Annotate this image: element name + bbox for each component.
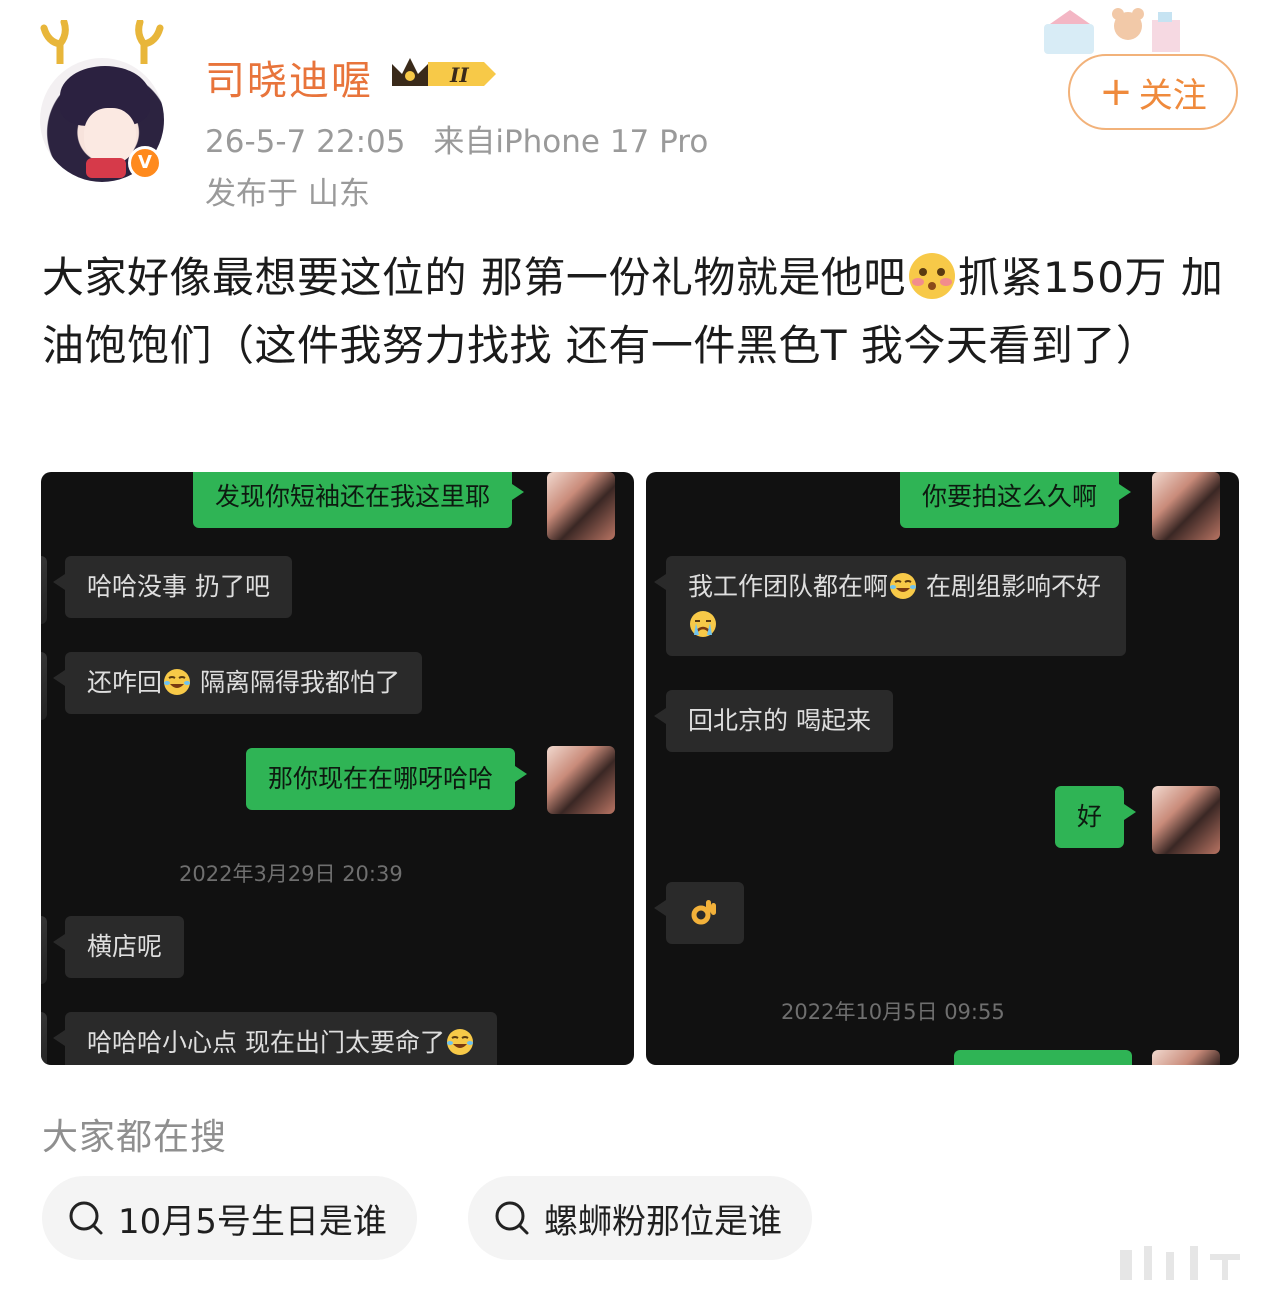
crying-emoji-icon — [690, 611, 716, 637]
chat-avatar-me — [547, 472, 615, 540]
chat-text: 我工作团队都在啊 — [688, 572, 889, 601]
follow-button[interactable]: + 关注 — [1068, 54, 1238, 130]
author-avatar[interactable]: V — [40, 20, 170, 182]
post-source: 来自iPhone 17 Pro — [433, 124, 709, 160]
chat-bubble-other — [654, 882, 744, 944]
chat-bubble-other: 横店呢 — [52, 916, 185, 978]
ok-hand-emoji-icon — [691, 900, 716, 925]
chat-bubble-me: 那你现在在哪呀哈哈 — [246, 748, 528, 810]
post-time: 26-5-7 22:05 — [205, 124, 406, 160]
watermark-icon — [1120, 1246, 1240, 1280]
laugh-cry-emoji-icon — [164, 669, 191, 695]
post-meta: 26-5-7 22:05 来自iPhone 17 Pro — [205, 116, 726, 161]
chat-bubble-me: 好 — [1055, 786, 1137, 848]
chat-bubble-other: 哈哈哈小心点 现在出门太要命了 — [53, 1012, 497, 1065]
chat-screenshot-left[interactable]: 发现你短袖还在我这里耶 哈哈没事 扔了吧 还咋回 隔离隔得我都怕了 那你现在在哪… — [41, 472, 634, 1065]
post-location: 发布于 山东 — [205, 176, 370, 212]
chat-bubble-other: 哈哈没事 扔了吧 — [53, 556, 292, 618]
search-chip[interactable]: 10月5号生日是谁 — [42, 1176, 417, 1260]
search-chip-label: 螺蛳粉那位是谁 — [544, 1201, 782, 1242]
chat-bubble-me: 你要拍这么久啊 — [900, 472, 1132, 528]
search-icon — [69, 1201, 103, 1235]
search-chip-label: 10月5号生日是谁 — [118, 1201, 387, 1242]
post-text-part1: 大家好像最想要这位的 那第一份礼物就是他吧 — [42, 253, 906, 302]
antler-right-icon — [135, 20, 164, 64]
chat-timestamp: 2022年3月29日 20:39 — [179, 862, 403, 886]
shy-blush-emoji-icon — [908, 253, 955, 299]
antler-left-icon — [40, 20, 69, 64]
chat-text: 还咋回 — [87, 668, 163, 697]
chat-avatar-me — [547, 746, 615, 814]
chat-bubble-other: 还咋回 隔离隔得我都怕了 — [53, 652, 422, 714]
laugh-cry-emoji-icon — [446, 1029, 473, 1055]
search-chip[interactable]: 螺蛳粉那位是谁 — [468, 1176, 812, 1260]
chat-text: 隔离隔得我都怕了 — [199, 668, 400, 697]
chat-avatar-other — [41, 916, 47, 984]
follow-label: 关注 — [1138, 75, 1207, 116]
search-section-title: 大家都在搜 — [42, 1117, 228, 1158]
chat-text: 在剧组影响不好 — [925, 572, 1101, 601]
verified-badge-icon: V — [128, 146, 162, 180]
chat-avatar-me — [1152, 786, 1220, 854]
chat-avatar-me — [1152, 472, 1220, 540]
laugh-cry-emoji-icon — [890, 573, 917, 599]
member-level-label: II — [449, 63, 469, 87]
author-name[interactable]: 司晓迪喔 — [205, 48, 373, 106]
chat-avatar-other — [41, 1012, 47, 1065]
chat-text: 哈哈哈小心点 现在出门太要命了 — [87, 1028, 445, 1057]
plus-icon: + — [1099, 69, 1133, 115]
chat-bubble-other: 回北京的 喝起来 — [654, 690, 893, 752]
post-body: 大家好像最想要这位的 那第一份礼物就是他吧 抓紧150万 加油饱饱们（这件我努力… — [42, 244, 1238, 380]
member-crown-badge-icon: II — [392, 58, 496, 87]
chat-bubble-other: 我工作团队都在啊 在剧组影响不好 — [654, 556, 1126, 656]
chat-bubble-me: 发现你短袖还在我这里耶 — [193, 472, 525, 528]
carousel-bear-decoration-icon — [1044, 8, 1180, 54]
chat-avatar-other — [41, 652, 47, 720]
chat-avatar-other — [41, 556, 47, 624]
chat-avatar-me — [1152, 1050, 1220, 1065]
search-icon — [495, 1201, 529, 1235]
chat-screenshot-right[interactable]: 你要拍这么久啊 我工作团队都在啊 在剧组影响不好 回北京的 喝起来 好 2022… — [646, 472, 1239, 1065]
chat-timestamp: 2022年10月5日 09:55 — [781, 1000, 1005, 1024]
chat-bubble-me-cutoff — [954, 1050, 1132, 1065]
